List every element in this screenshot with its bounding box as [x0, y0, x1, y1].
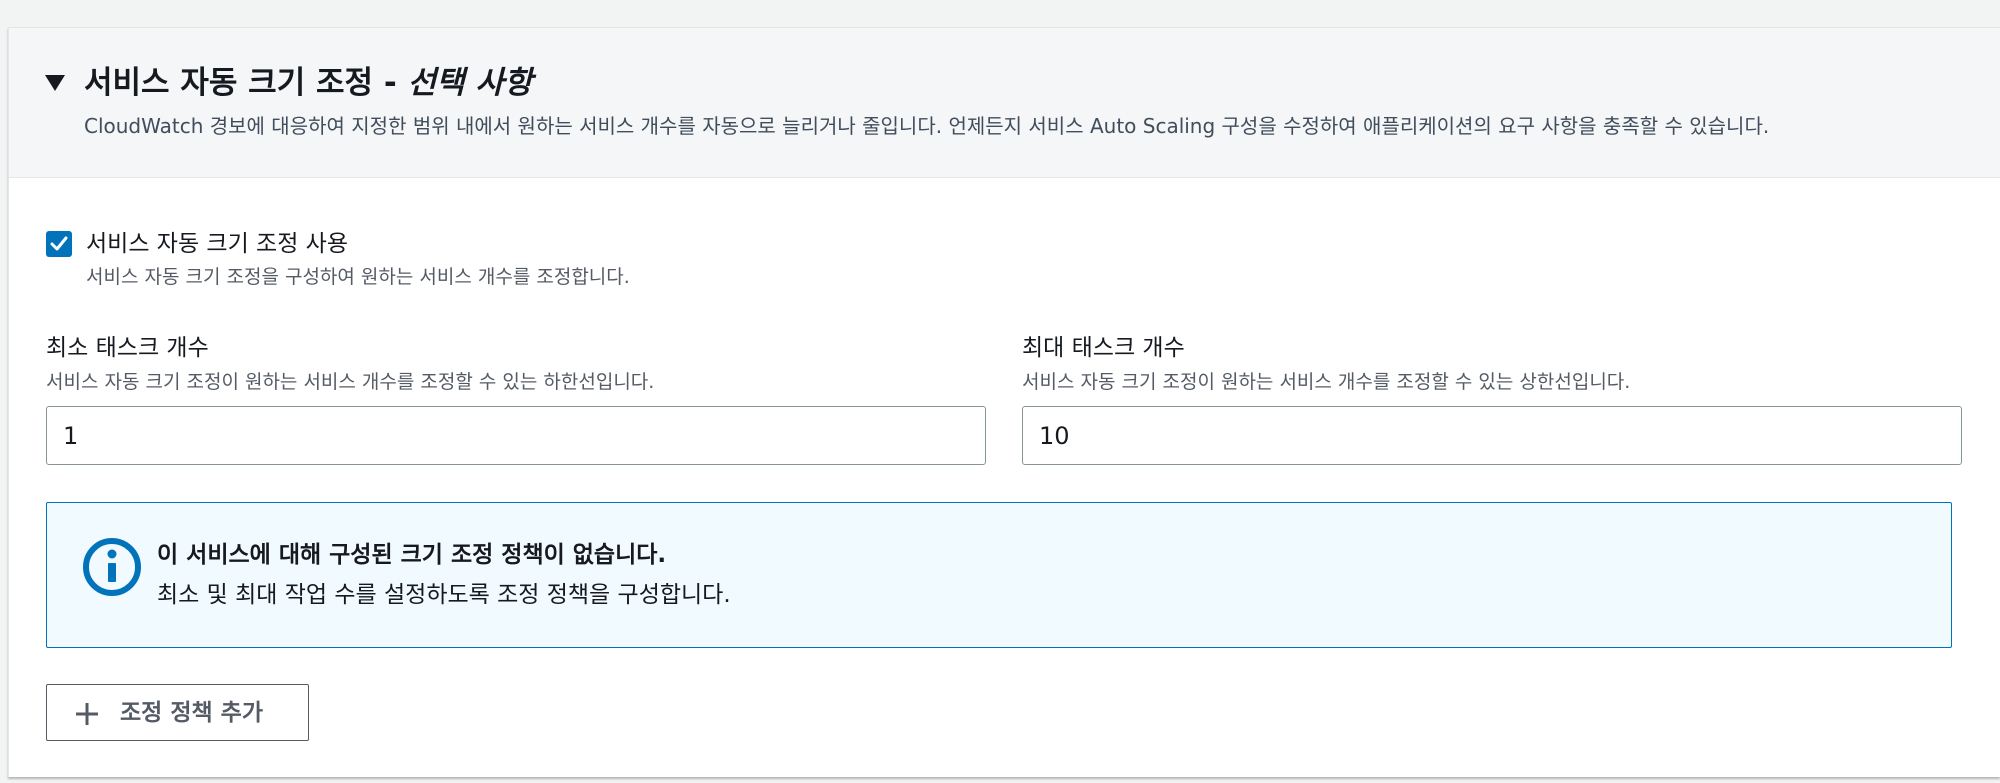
page: 서비스 자동 크기 조정 - 선택 사항 CloudWatch 경보에 대응하여…: [0, 0, 2000, 783]
caret-down-icon[interactable]: [45, 75, 65, 91]
max-tasks-input[interactable]: [1022, 406, 1962, 465]
panel-header: 서비스 자동 크기 조정 - 선택 사항 CloudWatch 경보에 대응하여…: [9, 28, 2000, 178]
info-alert-title: 이 서비스에 대해 구성된 크기 조정 정책이 없습니다.: [157, 542, 667, 568]
max-tasks-label: 최대 태스크 개수: [1022, 335, 1185, 361]
section-description: CloudWatch 경보에 대응하여 지정한 범위 내에서 원하는 서비스 개…: [84, 114, 1770, 138]
section-title[interactable]: 서비스 자동 크기 조정 - 선택 사항: [84, 63, 532, 103]
autoscaling-checkbox-label[interactable]: 서비스 자동 크기 조정 사용: [86, 228, 348, 260]
service-autoscaling-panel: 서비스 자동 크기 조정 - 선택 사항 CloudWatch 경보에 대응하여…: [8, 27, 2000, 777]
plus-icon: [76, 703, 98, 725]
no-policy-info-alert: 이 서비스에 대해 구성된 크기 조정 정책이 없습니다. 최소 및 최대 작업…: [46, 502, 1952, 648]
section-title-optional: 선택 사항: [407, 65, 533, 101]
min-tasks-input[interactable]: [46, 406, 986, 465]
min-tasks-description: 서비스 자동 크기 조정이 원하는 서비스 개수를 조정할 수 있는 하한선입니…: [46, 371, 655, 393]
autoscaling-checkbox[interactable]: [46, 231, 72, 257]
checkmark-icon: [50, 236, 68, 251]
add-scaling-policy-label: 조정 정책 추가: [120, 700, 263, 726]
max-tasks-description: 서비스 자동 크기 조정이 원하는 서비스 개수를 조정할 수 있는 상한선입니…: [1022, 371, 1631, 393]
info-icon: [83, 538, 141, 596]
info-alert-description: 최소 및 최대 작업 수를 설정하도록 조정 정책을 구성합니다.: [157, 582, 731, 608]
autoscaling-checkbox-description: 서비스 자동 크기 조정을 구성하여 원하는 서비스 개수를 조정합니다.: [86, 266, 630, 288]
min-tasks-label: 최소 태스크 개수: [46, 335, 209, 361]
section-title-main: 서비스 자동 크기 조정 -: [84, 65, 408, 101]
add-scaling-policy-button[interactable]: 조정 정책 추가: [46, 684, 309, 741]
